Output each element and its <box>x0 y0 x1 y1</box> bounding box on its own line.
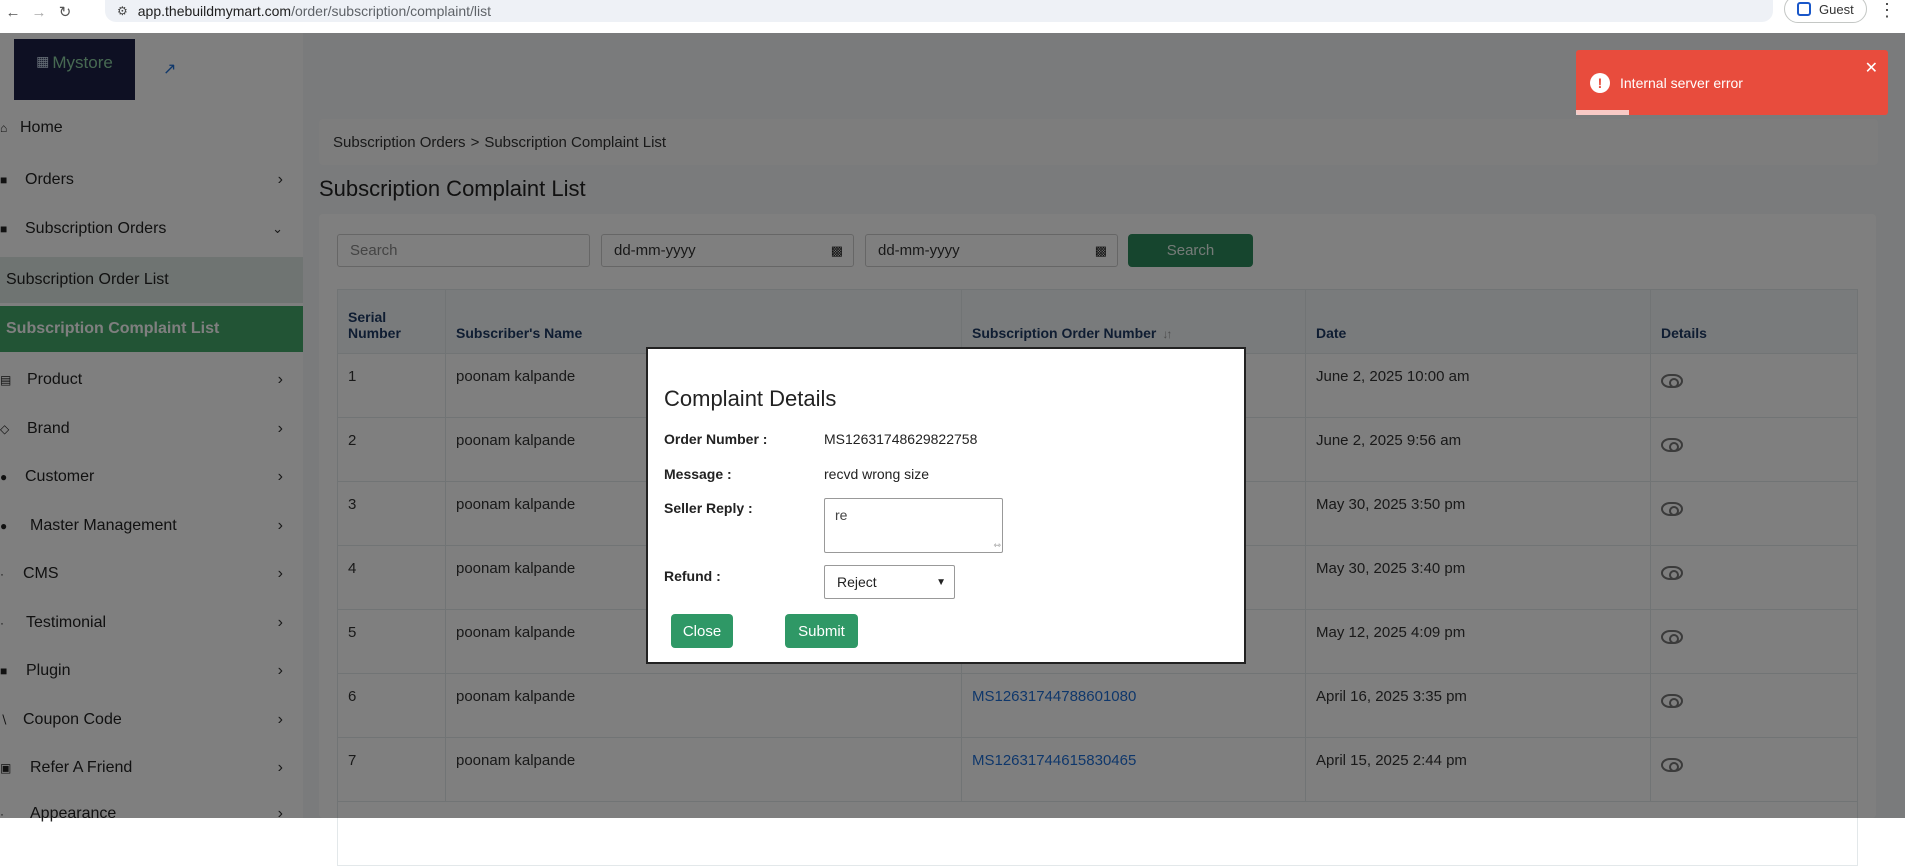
browser-menu-icon[interactable]: ⋮ <box>1878 0 1896 20</box>
message-value: recvd wrong size <box>824 466 930 482</box>
seller-reply-value: re <box>835 507 848 523</box>
error-toast: ! Internal server error ✕ <box>1576 50 1888 115</box>
site-settings-icon[interactable]: ⚙ <box>117 4 128 18</box>
close-button[interactable]: Close <box>671 614 733 648</box>
error-icon: ! <box>1590 73 1610 93</box>
refund-selected-value: Reject <box>837 574 877 590</box>
complaint-details-modal: Complaint Details Order Number : MS12631… <box>646 347 1246 664</box>
refund-select[interactable]: Reject ▼ <box>824 565 955 599</box>
toast-progress-bar <box>1576 110 1629 115</box>
resize-handle-icon[interactable]: ⇿ <box>993 540 1001 551</box>
close-icon[interactable]: ✕ <box>1865 58 1878 78</box>
back-arrow-icon[interactable]: ← <box>0 0 26 24</box>
toast-message: Internal server error <box>1620 75 1743 91</box>
refund-label: Refund : <box>664 568 721 584</box>
chevron-down-icon: ▼ <box>936 576 946 588</box>
seller-reply-textarea[interactable]: re ⇿ <box>824 498 1003 553</box>
message-label: Message : <box>664 466 732 482</box>
forward-arrow-icon[interactable]: → <box>26 0 52 24</box>
address-bar[interactable]: ⚙ app.thebuildmymart.com/order/subscript… <box>105 0 1773 22</box>
reload-icon[interactable]: ↻ <box>52 0 78 24</box>
order-number-value: MS12631748629822758 <box>824 431 978 447</box>
modal-title: Complaint Details <box>664 386 837 411</box>
profile-icon <box>1797 2 1811 16</box>
order-number-label: Order Number : <box>664 431 768 447</box>
profile-button[interactable]: Guest <box>1784 0 1867 23</box>
seller-reply-label: Seller Reply : <box>664 500 753 516</box>
url-path: /order/subscription/complaint/list <box>291 3 492 19</box>
profile-label: Guest <box>1819 1 1854 17</box>
url-domain: app.thebuildmymart.com <box>137 3 292 19</box>
submit-button[interactable]: Submit <box>785 614 858 648</box>
